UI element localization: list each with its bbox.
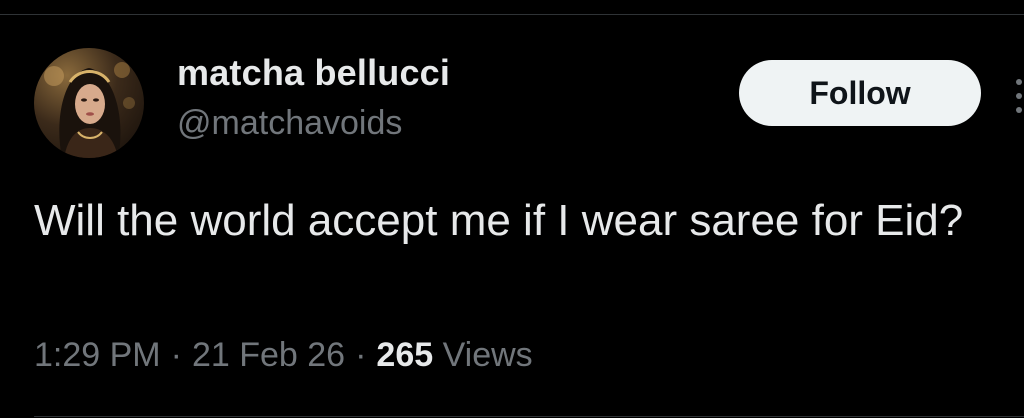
- views-count[interactable]: 265: [376, 336, 433, 374]
- views-label[interactable]: Views: [443, 336, 533, 374]
- tweet-text: Will the world accept me if I wear saree…: [34, 196, 964, 245]
- top-divider: [0, 14, 1024, 15]
- follow-button[interactable]: Follow: [739, 60, 981, 126]
- tweet-date[interactable]: 21 Feb 26: [192, 336, 345, 374]
- tweet-meta: 1:29 PM · 21 Feb 26 · 265 Views: [34, 336, 533, 375]
- meta-separator: ·: [355, 336, 367, 374]
- author-display-name[interactable]: matcha bellucci: [177, 52, 450, 94]
- author-handle[interactable]: @matchavoids: [177, 104, 402, 143]
- tweet-time[interactable]: 1:29 PM: [34, 336, 161, 374]
- meta-separator: ·: [170, 336, 182, 374]
- author-avatar[interactable]: [34, 48, 144, 158]
- bottom-divider: [34, 416, 1024, 417]
- vertical-ellipsis-icon[interactable]: [1014, 74, 1024, 118]
